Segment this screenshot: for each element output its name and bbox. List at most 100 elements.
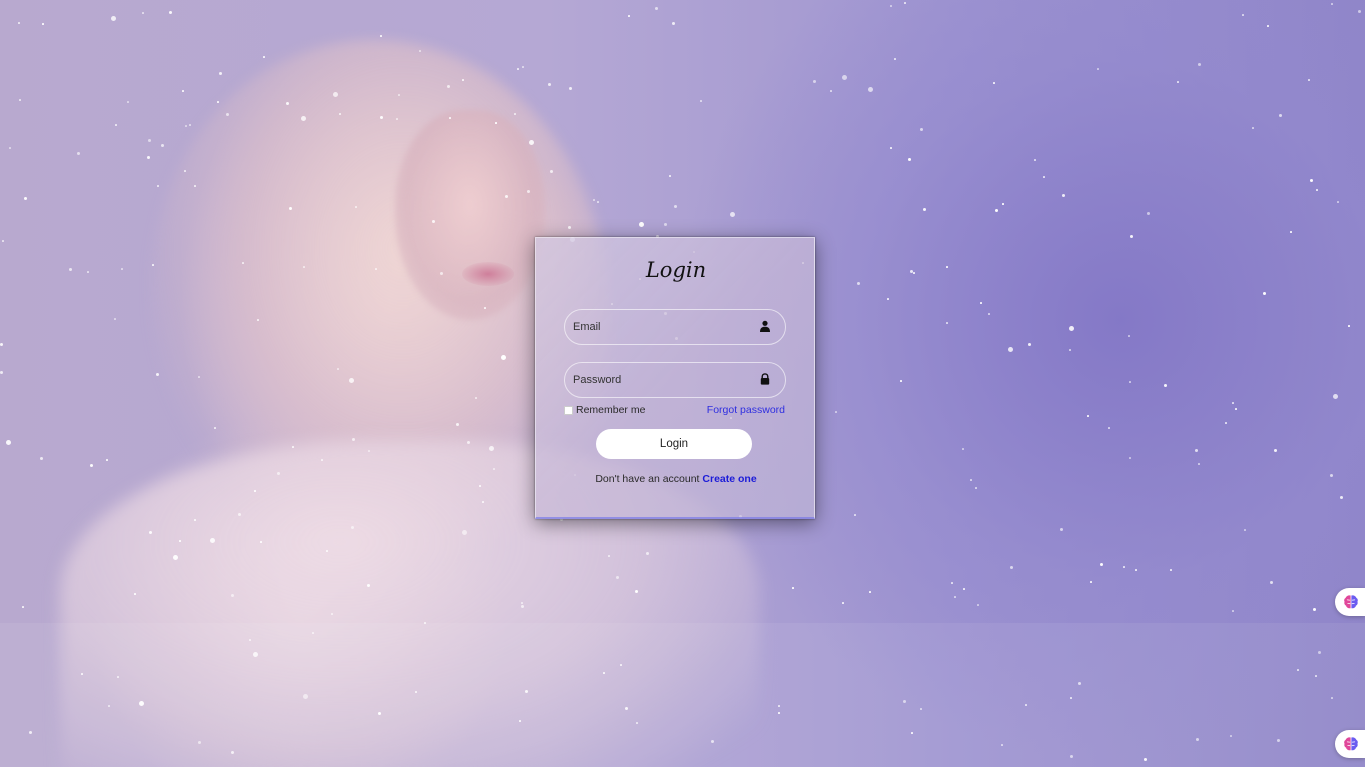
- star: [152, 264, 154, 266]
- password-field[interactable]: [564, 362, 786, 398]
- star: [1313, 608, 1316, 611]
- star: [1135, 569, 1137, 571]
- star: [257, 319, 259, 321]
- star: [440, 272, 443, 275]
- star: [189, 124, 191, 126]
- star: [462, 79, 464, 81]
- star: [90, 464, 93, 467]
- star: [1232, 402, 1234, 404]
- star: [1130, 235, 1133, 238]
- star: [1244, 529, 1246, 531]
- star: [292, 446, 294, 448]
- star: [1108, 427, 1110, 429]
- star: [147, 156, 150, 159]
- star: [894, 58, 896, 60]
- star: [995, 209, 998, 212]
- star: [19, 99, 21, 101]
- star: [1078, 682, 1081, 685]
- star: [1358, 10, 1361, 13]
- star: [111, 16, 116, 21]
- star: [963, 588, 965, 590]
- star: [970, 479, 972, 481]
- star: [792, 587, 794, 589]
- star: [286, 102, 289, 105]
- star: [179, 540, 181, 542]
- background-figure-face: [395, 110, 545, 320]
- star: [1348, 325, 1350, 327]
- star: [424, 622, 426, 624]
- star: [593, 199, 595, 201]
- star: [854, 514, 856, 516]
- brain-icon: [1344, 737, 1358, 751]
- star: [1235, 408, 1237, 410]
- floating-widget-button[interactable]: [1335, 730, 1365, 758]
- star: [951, 582, 953, 584]
- create-account-link[interactable]: Create one: [702, 473, 756, 485]
- star: [920, 708, 922, 710]
- star: [0, 343, 3, 346]
- star: [550, 170, 553, 173]
- star: [1144, 758, 1147, 761]
- login-title: Login: [645, 258, 707, 282]
- brain-icon: [1344, 595, 1358, 609]
- star: [18, 22, 20, 24]
- background-lower-band: [0, 623, 1365, 767]
- star: [312, 632, 314, 634]
- star: [419, 50, 421, 52]
- remember-me-checkbox[interactable]: [564, 405, 573, 415]
- login-button[interactable]: Login: [596, 429, 752, 459]
- star: [519, 720, 521, 722]
- star: [900, 380, 902, 382]
- star: [946, 266, 948, 268]
- star: [40, 457, 43, 460]
- star: [522, 66, 524, 68]
- star: [1274, 449, 1277, 452]
- star: [517, 68, 519, 70]
- password-input[interactable]: [573, 363, 753, 396]
- star: [672, 22, 675, 25]
- email-input[interactable]: [573, 310, 753, 343]
- star: [398, 94, 400, 96]
- star: [923, 208, 926, 211]
- star: [355, 206, 357, 208]
- star: [646, 552, 649, 555]
- star: [117, 676, 119, 678]
- star: [1043, 176, 1045, 178]
- star: [887, 298, 889, 300]
- star: [22, 606, 24, 608]
- star: [493, 468, 495, 470]
- star: [890, 5, 892, 7]
- star: [231, 594, 234, 597]
- star: [415, 691, 417, 693]
- star: [664, 223, 667, 226]
- star: [69, 268, 72, 271]
- star: [169, 11, 172, 14]
- star: [81, 673, 83, 675]
- remember-me[interactable]: Remember me: [564, 404, 645, 416]
- floating-widget-button[interactable]: [1335, 588, 1365, 616]
- forgot-password-link[interactable]: Forgot password: [707, 404, 785, 416]
- star: [1008, 347, 1013, 352]
- star: [529, 140, 534, 145]
- star: [521, 602, 523, 604]
- star: [1164, 384, 1167, 387]
- star: [1270, 581, 1273, 584]
- star: [830, 90, 832, 92]
- star: [142, 12, 144, 14]
- star: [1267, 25, 1269, 27]
- star: [0, 371, 3, 374]
- star: [1310, 179, 1313, 182]
- star: [380, 35, 382, 37]
- star: [1331, 697, 1333, 699]
- star: [669, 175, 671, 177]
- star: [635, 590, 638, 593]
- star: [568, 226, 571, 229]
- star: [1316, 189, 1318, 191]
- star: [194, 185, 196, 187]
- email-field[interactable]: [564, 309, 786, 345]
- star: [134, 593, 136, 595]
- star: [525, 690, 528, 693]
- star: [988, 313, 990, 315]
- star: [462, 530, 467, 535]
- star: [456, 423, 459, 426]
